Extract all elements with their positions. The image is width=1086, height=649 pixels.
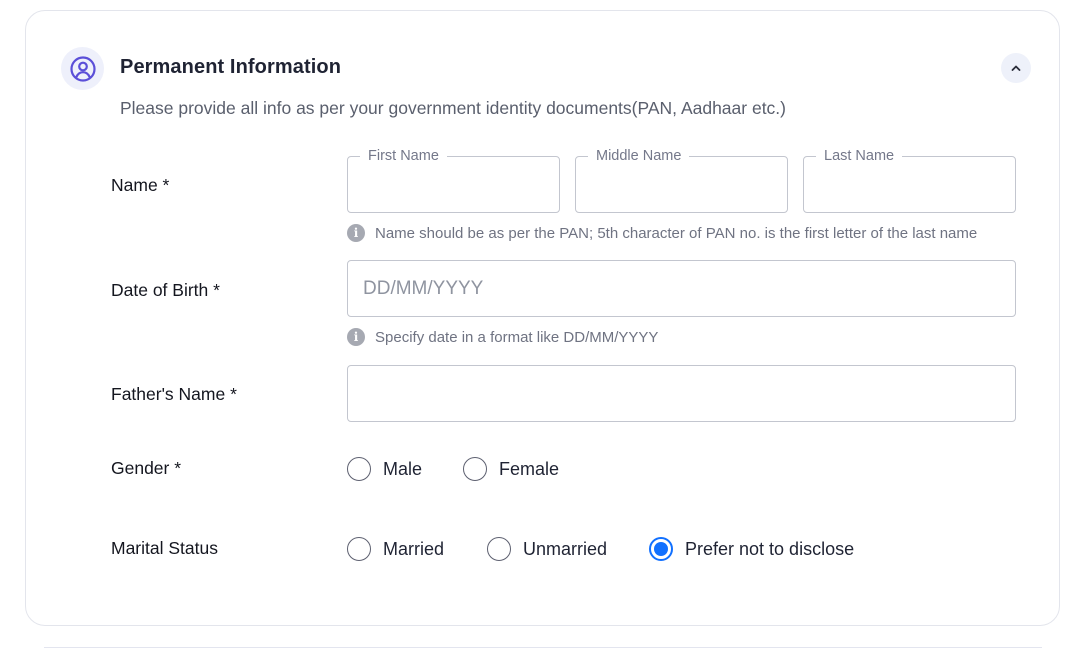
section-subtitle: Please provide all info as per your gove… xyxy=(120,98,786,118)
gender-option-male[interactable]: Male xyxy=(347,457,422,481)
dob-input[interactable] xyxy=(348,261,1015,316)
father-name-field[interactable] xyxy=(347,365,1016,422)
chevron-up-icon xyxy=(1011,65,1021,71)
user-circle-icon xyxy=(61,47,104,90)
radio-male[interactable] xyxy=(347,457,371,481)
marital-option-label: Prefer not to disclose xyxy=(685,538,855,559)
dob-field[interactable] xyxy=(347,260,1016,317)
marital-option-unmarried[interactable]: Unmarried xyxy=(487,537,607,561)
last-name-legend: Last Name xyxy=(816,147,903,165)
father-name-input[interactable] xyxy=(348,366,1015,421)
middle-name-field[interactable]: Middle Name xyxy=(575,147,788,213)
radio-married[interactable] xyxy=(347,537,371,561)
marital-option-label: Married xyxy=(383,538,445,559)
father-name-label: Father's Name * xyxy=(111,384,237,404)
divider xyxy=(44,647,1042,648)
radio-unmarried[interactable] xyxy=(487,537,511,561)
gender-option-female[interactable]: Female xyxy=(463,457,559,481)
first-name-input[interactable] xyxy=(348,157,559,212)
marital-option-label: Unmarried xyxy=(523,538,608,559)
info-icon: i xyxy=(347,328,365,346)
name-hint: i Name should be as per the PAN; 5th cha… xyxy=(347,224,977,242)
radio-prefer-not-checked[interactable] xyxy=(649,537,673,561)
gender-option-label: Female xyxy=(499,458,560,479)
marital-status-label: Marital Status xyxy=(111,538,218,558)
name-label: Name * xyxy=(111,175,170,195)
last-name-field[interactable]: Last Name xyxy=(803,147,1016,213)
collapse-button[interactable] xyxy=(1001,53,1031,83)
gender-option-label: Male xyxy=(383,458,423,479)
middle-name-legend: Middle Name xyxy=(588,147,690,165)
radio-dot xyxy=(654,542,668,556)
last-name-input[interactable] xyxy=(804,157,1015,212)
info-icon: i xyxy=(347,224,365,242)
middle-name-input[interactable] xyxy=(576,157,787,212)
marital-option-married[interactable]: Married xyxy=(347,537,444,561)
radio-female[interactable] xyxy=(463,457,487,481)
dob-hint-text: Specify date in a format like DD/MM/YYYY xyxy=(375,328,659,346)
section-title: Permanent Information xyxy=(120,56,342,78)
marital-option-prefer-not[interactable]: Prefer not to disclose xyxy=(649,537,854,561)
first-name-legend: First Name xyxy=(360,147,447,165)
dob-label: Date of Birth * xyxy=(111,280,220,300)
dob-hint: i Specify date in a format like DD/MM/YY… xyxy=(347,328,658,346)
gender-label: Gender * xyxy=(111,458,182,478)
name-hint-text: Name should be as per the PAN; 5th chara… xyxy=(375,224,978,242)
first-name-field[interactable]: First Name xyxy=(347,147,560,213)
